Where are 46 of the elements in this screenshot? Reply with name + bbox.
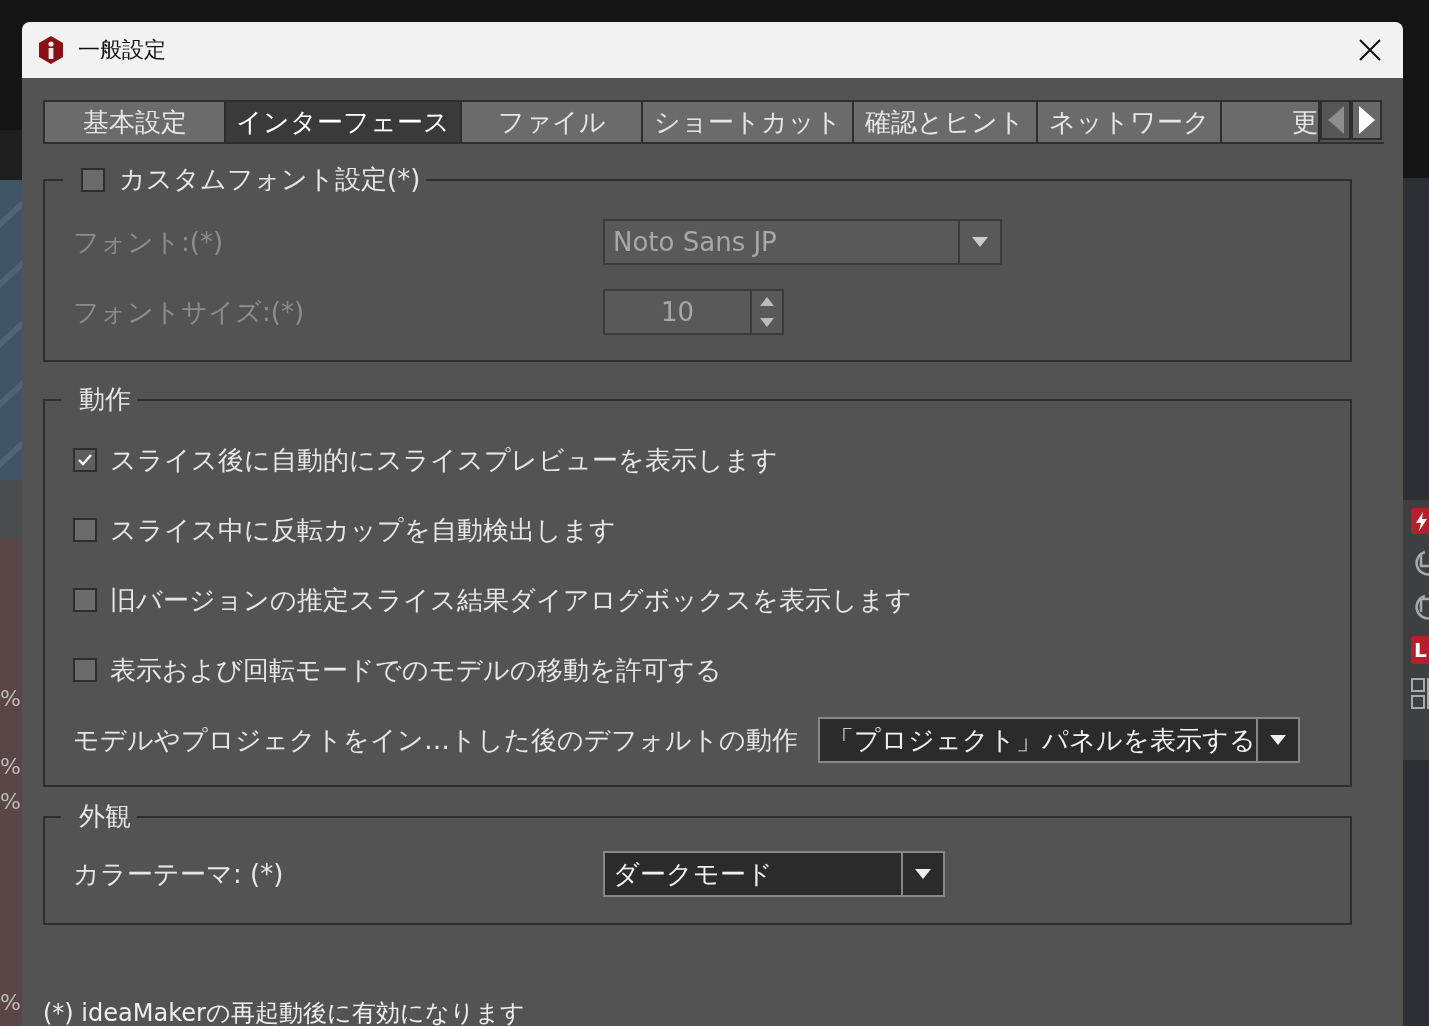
option-label: スライス中に反転カップを自動検出します — [110, 513, 616, 547]
window-title: 一般設定 — [78, 36, 167, 64]
checkbox[interactable] — [73, 518, 97, 542]
field-label: カラーテーマ: (*) — [73, 857, 285, 891]
tab[interactable]: 更 — [1222, 102, 1318, 142]
arrow-right-icon — [1358, 106, 1375, 134]
checkbox[interactable] — [81, 167, 105, 192]
tab[interactable]: ファイル — [462, 102, 643, 142]
grid-icon[interactable] — [1411, 678, 1429, 710]
tab[interactable]: インターフェース — [226, 102, 462, 142]
caret-down-icon — [972, 237, 988, 247]
group-title: 動作 — [79, 383, 131, 416]
tab[interactable]: ショートカット — [643, 102, 854, 142]
checkbox[interactable] — [73, 658, 97, 682]
field-label: フォント:(*) — [73, 225, 225, 259]
checkbox[interactable] — [73, 448, 97, 472]
layer-badge[interactable]: L — [1411, 636, 1429, 664]
default-action-dropdown[interactable]: 「プロジェクト」パネルを表示する — [818, 717, 1300, 763]
option-label: 旧バージョンの推定スライス結果ダイアログボックスを表示します — [110, 583, 912, 617]
font-size-spinbox[interactable]: 10 — [603, 289, 784, 335]
lightning-icon[interactable] — [1411, 508, 1429, 534]
option-label: 表示および回転モードでのモデルの移動を許可する — [110, 653, 722, 687]
percent-label: % — [0, 989, 21, 1017]
close-icon[interactable] — [1359, 39, 1381, 61]
tab[interactable]: 基本設定 — [45, 102, 226, 142]
percent-label: % — [0, 753, 21, 781]
arrow-left-icon — [1327, 106, 1344, 134]
caret-down-icon — [1270, 735, 1286, 745]
checkbox[interactable] — [73, 588, 97, 612]
app-logo-icon — [36, 35, 66, 65]
footnote: (*) ideaMakerの再起動後に有効になります — [43, 998, 526, 1026]
field-label: フォントサイズ:(*) — [73, 295, 306, 329]
percent-label: % — [0, 788, 21, 816]
group-title: 外観 — [79, 800, 131, 833]
color-theme-dropdown[interactable]: ダークモード — [603, 851, 945, 897]
font-dropdown[interactable]: Noto Sans JP — [603, 219, 1002, 265]
caret-down-icon — [915, 869, 931, 879]
group-title: カスタムフォント設定(*) — [119, 163, 421, 196]
caret-down-icon[interactable] — [760, 318, 774, 327]
option-label: スライス後に自動的にスライスプレビューを表示します — [110, 443, 778, 477]
tab[interactable]: ネットワーク — [1038, 102, 1222, 142]
caret-up-icon[interactable] — [760, 297, 774, 306]
tab[interactable]: 確認とヒント — [854, 102, 1038, 142]
field-label: モデルやプロジェクトをイン…トした後のデフォルトの動作 — [73, 723, 798, 757]
scroll-right-button[interactable] — [1351, 100, 1382, 140]
percent-label: % — [0, 685, 21, 713]
